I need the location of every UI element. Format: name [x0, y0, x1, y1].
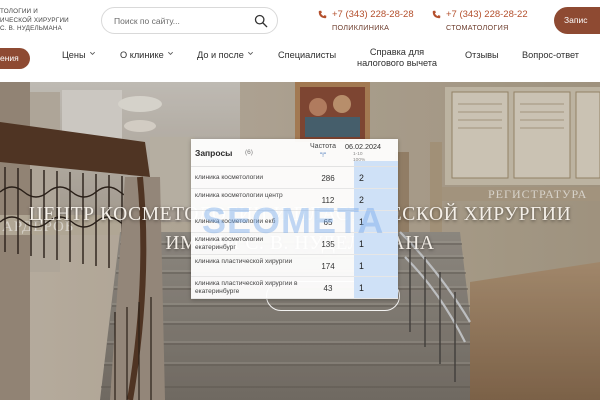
keyword-row[interactable]: клиника пластической хирургии 174 1 — [191, 255, 398, 277]
phone-icon — [318, 10, 327, 19]
keyword-query: клиника косметологии центр — [195, 192, 283, 199]
keyword-frequency: 286 — [321, 174, 335, 183]
date-column-header[interactable]: 06.02.2024 — [345, 142, 397, 151]
nav-item-reviews[interactable]: Отзывы — [465, 50, 499, 61]
chevron-down-icon — [89, 51, 95, 55]
site-header: ТОЛОГИИ И ИЧЕСКОЙ ХИРУРГИИ С. В. НУДЕЛЬМ… — [0, 0, 600, 82]
frequency-header-label: Частота — [310, 143, 336, 150]
keyword-panel-title: Запросы — [195, 148, 233, 158]
keyword-count: (6) — [245, 149, 253, 156]
search-input[interactable] — [114, 15, 244, 26]
chevron-down-icon — [167, 51, 173, 55]
nav-item-before-after[interactable]: До и после — [197, 50, 254, 61]
keyword-position: 1 — [359, 283, 364, 293]
keyword-panel-header: Запросы (6) Частота "!" 06.02.2024 1-10 … — [191, 139, 398, 167]
frequency-column-header[interactable]: Частота "!" — [304, 142, 342, 160]
phone-dentistry[interactable]: +7 (343) 228-28-22 СТОМАТОЛОГИЯ — [432, 9, 528, 32]
hero-banner: РЕГИСТРАТУРА АРДЕРОБ ЦЕНТР КОСМЕТОЛОГИИ … — [0, 82, 600, 400]
nav-item-prices[interactable]: Цены — [62, 50, 96, 61]
phone-label: СТОМАТОЛОГИЯ — [446, 23, 509, 32]
nav-item-about[interactable]: О клинике — [120, 50, 174, 61]
phone-icon — [432, 10, 441, 19]
keyword-query: клиника пластической хирургии в екатерин… — [195, 280, 298, 295]
nav-item-label-line2: налогового вычета — [357, 57, 438, 68]
nav-item-label: Отзывы — [465, 50, 499, 60]
nav-item-label: До и после — [197, 50, 244, 60]
position-range: 1-10 100% — [353, 152, 365, 163]
nav-item-label-line1: Справка для — [369, 47, 425, 57]
nav-item-label: О клинике — [120, 50, 164, 60]
nav-item-tax-certificate[interactable]: Справка для налогового вычета — [357, 47, 437, 68]
logo-line-1: ТОЛОГИИ И — [0, 8, 38, 15]
clinic-logo[interactable]: ТОЛОГИИ И ИЧЕСКОЙ ХИРУРГИИ С. В. НУДЕЛЬМ… — [0, 8, 88, 34]
keyword-row[interactable]: клиника пластической хирургии в екатерин… — [191, 277, 398, 299]
nav-item-specialists[interactable]: Специалисты — [278, 50, 336, 61]
phone-polyclinic[interactable]: +7 (343) 228-28-28 ПОЛИКЛИНИКА — [318, 9, 414, 32]
keyword-position: 1 — [359, 261, 364, 271]
frequency-header-mode: "!" — [319, 152, 327, 159]
keyword-row[interactable]: клиника косметологии 286 2 — [191, 167, 398, 189]
phone-number[interactable]: +7 (343) 228-28-28 — [332, 9, 414, 20]
search-icon[interactable] — [254, 14, 268, 28]
keyword-query: клиника пластической хирургии — [195, 258, 293, 265]
keyword-frequency: 43 — [323, 284, 333, 293]
logo-line-2: ИЧЕСКОЙ ХИРУРГИИ — [0, 16, 69, 24]
nav-item-label: Специалисты — [278, 50, 337, 60]
keyword-position: 2 — [359, 173, 364, 183]
nav-item-label: Цены — [62, 50, 86, 60]
keyword-frequency: 174 — [321, 262, 335, 271]
seometa-watermark: SEOMETA — [202, 200, 385, 241]
chevron-down-icon — [247, 51, 253, 55]
logo-line-3: С. В. НУДЕЛЬМАНА — [0, 25, 62, 32]
main-nav: Цены О клинике До и после Специалисты Сп… — [0, 47, 600, 72]
range-bottom: 100% — [353, 157, 366, 163]
phone-label: ПОЛИКЛИНИКА — [332, 23, 390, 32]
phone-number[interactable]: +7 (343) 228-28-22 — [446, 9, 528, 20]
site-search — [101, 7, 278, 34]
keyword-query: клиника косметологии — [195, 174, 264, 181]
nav-item-label: Вопрос-ответ — [522, 50, 579, 60]
appointment-button[interactable]: Запис — [554, 7, 600, 34]
nav-item-faq[interactable]: Вопрос-ответ — [522, 50, 579, 61]
